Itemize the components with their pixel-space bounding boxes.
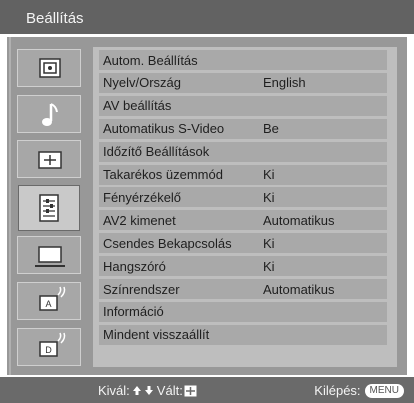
menu-row-label: Színrendszer	[103, 281, 180, 297]
menu-row-label: Autom. Beállítás	[103, 52, 198, 68]
menu-row[interactable]: AV2 kimenet Automatikus	[99, 210, 387, 231]
menu-row-label: Fényérzékelő	[103, 189, 182, 205]
menu-row[interactable]: Takarékos üzemmód Ki	[99, 164, 387, 185]
menu-row-label: Hangszóró	[103, 258, 166, 274]
menu-row[interactable]: AV beállítás	[99, 95, 387, 116]
footer-select-label: Kivál:	[98, 383, 130, 398]
music-note-icon	[42, 103, 58, 126]
menu-row-value: Ki	[263, 167, 275, 182]
enter-icon	[184, 385, 197, 396]
menu-row-label: Információ	[103, 304, 164, 320]
svg-text:A: A	[45, 299, 51, 309]
sidebar-item-screen[interactable]	[17, 140, 81, 178]
svg-text:D: D	[45, 345, 52, 355]
menu-row[interactable]: Színrendszer Automatikus	[99, 279, 387, 299]
footer-hint: Kivál: Vált:	[98, 383, 197, 398]
sidebar-item-monitor[interactable]	[17, 236, 81, 274]
footer-exit-label: Kilépés:	[314, 383, 361, 398]
menu-row[interactable]: Fényérzékelő Ki	[99, 187, 387, 208]
menu-row-label: Mindent visszaállít	[103, 327, 210, 343]
menu-row[interactable]: Időzítő Beállítások	[99, 141, 387, 162]
menu-row-value: Automatikus	[263, 212, 335, 228]
footer-bar: Kivál: Vált: Kilépés: MENU	[0, 377, 414, 403]
settings-panel: Autom. Beállítás Nyelv/Ország English AV be…	[93, 47, 397, 367]
settings-icon	[39, 194, 59, 222]
menu-row-value: English	[263, 75, 306, 91]
menu-row-value: Be	[263, 121, 279, 137]
sidebar-item-picture[interactable]	[17, 49, 81, 87]
menu-row-label: Automatikus S-Video	[103, 121, 225, 137]
menu-row-label: Időzítő Beállítások	[103, 144, 210, 160]
menu-row[interactable]: Információ	[99, 301, 387, 322]
sidebar-item-settings[interactable]	[18, 185, 80, 231]
menu-row-value: Ki	[263, 189, 275, 205]
menu-row-value: Ki	[263, 235, 275, 251]
analog-input-icon: A	[39, 286, 66, 311]
monitor-icon	[35, 246, 65, 267]
menu-frame: A D Autom. Beállítás Nyelv/Ország English A…	[7, 37, 407, 375]
page-title: Beállítás	[26, 10, 84, 27]
menu-row-label: AV beállítás	[103, 98, 172, 114]
menu-row-value: Automatikus	[263, 281, 335, 297]
sidebar-item-analog-input[interactable]: A	[17, 282, 81, 320]
menu-row[interactable]: Csendes Bekapcsolás Ki	[99, 233, 387, 254]
sidebar: A D	[7, 37, 87, 375]
menu-row[interactable]: Mindent visszaállít	[99, 324, 387, 345]
menu-row[interactable]: Autom. Beállítás	[99, 50, 387, 70]
sidebar-item-sound[interactable]	[17, 95, 81, 133]
picture-icon	[39, 58, 61, 78]
menu-row[interactable]: Hangszóró Ki	[99, 256, 387, 277]
footer-exit: Kilépés: MENU	[314, 383, 404, 398]
down-arrow-icon	[144, 386, 153, 395]
menu-row[interactable]: Automatikus S-Video Be	[99, 118, 387, 139]
menu-row[interactable]: Nyelv/Ország English	[99, 72, 387, 93]
screen-icon	[38, 151, 62, 169]
menu-row-label: Csendes Bekapcsolás	[103, 235, 232, 251]
up-arrow-icon	[132, 386, 141, 395]
digital-input-icon: D	[39, 332, 66, 357]
menu-row-label: Takarékos üzemmód	[103, 167, 223, 182]
menu-row-label: AV2 kimenet	[103, 212, 176, 228]
menu-button-badge[interactable]: MENU	[364, 383, 404, 398]
title-bar: Beállítás	[0, 0, 414, 34]
sidebar-item-digital-input[interactable]: D	[17, 328, 81, 366]
menu-row-label: Nyelv/Ország	[103, 75, 182, 91]
menu-row-value: Ki	[263, 258, 275, 274]
footer-set-label: Vált:	[156, 383, 183, 398]
